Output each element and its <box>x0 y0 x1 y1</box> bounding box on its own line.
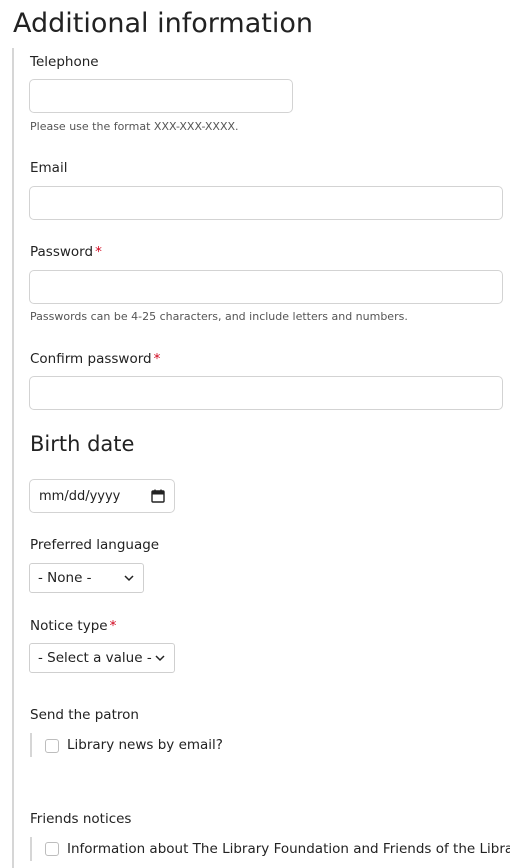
section-title: Additional information <box>13 8 313 39</box>
friends-info-label[interactable]: Information about The Library Foundation… <box>67 840 510 858</box>
friends-info-checkbox[interactable] <box>45 842 59 856</box>
friends-notices-rule <box>30 837 32 861</box>
email-label: Email <box>30 160 68 176</box>
birth-date-placeholder: mm/dd/yyyy <box>39 488 121 504</box>
birth-date-title: Birth date <box>30 432 135 456</box>
telephone-input[interactable] <box>29 79 293 113</box>
confirm-password-label-text: Confirm password <box>30 351 152 367</box>
calendar-icon[interactable] <box>151 489 165 503</box>
password-label-text: Password <box>30 244 94 260</box>
notice-type-label-text: Notice type <box>30 618 108 634</box>
telephone-help: Please use the format XXX-XXX-XXXX. <box>30 120 239 133</box>
confirm-password-required-mark: * <box>153 351 161 367</box>
chevron-down-icon <box>124 575 134 582</box>
notice-type-label: Notice type * <box>30 617 116 635</box>
email-input[interactable] <box>29 186 503 220</box>
confirm-password-input[interactable] <box>29 376 503 410</box>
confirm-password-label: Confirm password * <box>30 350 160 368</box>
section-rule <box>12 48 14 868</box>
password-help: Passwords can be 4-25 characters, and in… <box>30 310 408 323</box>
telephone-label: Telephone <box>30 54 99 70</box>
friends-notices-label: Friends notices <box>30 811 132 827</box>
notice-type-required-mark: * <box>109 618 117 634</box>
birth-date-input[interactable]: mm/dd/yyyy <box>29 479 175 513</box>
password-required-mark: * <box>95 244 102 260</box>
preferred-language-selected: - None - <box>38 570 92 586</box>
notice-type-selected: - Select a value - <box>38 650 152 666</box>
library-news-checkbox[interactable] <box>45 739 59 753</box>
chevron-down-icon <box>155 655 165 662</box>
preferred-language-label: Preferred language <box>30 537 160 553</box>
preferred-language-select[interactable]: - None - <box>29 563 144 593</box>
send-patron-label: Send the patron <box>30 707 139 723</box>
notice-type-select[interactable]: - Select a value - <box>29 643 175 673</box>
password-input[interactable] <box>29 270 503 304</box>
password-label: Password * <box>30 243 102 261</box>
send-patron-rule <box>30 733 32 757</box>
library-news-label[interactable]: Library news by email? <box>67 736 223 754</box>
